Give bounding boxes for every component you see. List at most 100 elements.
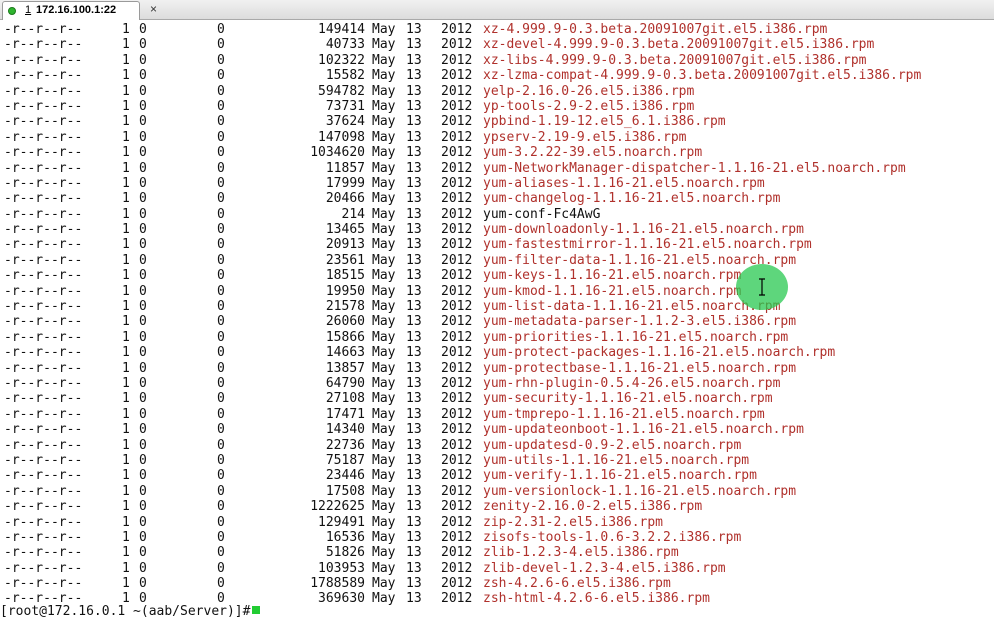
- file-group: 0: [217, 283, 225, 299]
- file-day: 13: [406, 591, 422, 607]
- file-month: May: [372, 252, 396, 268]
- session-tab[interactable]: 1 172.16.100.1:22: [2, 1, 140, 20]
- file-day: 13: [406, 22, 422, 37]
- file-perm: -r--r--r--: [4, 391, 83, 407]
- file-owner: 0: [139, 437, 147, 453]
- file-group: 0: [217, 375, 225, 391]
- file-month: May: [372, 52, 396, 68]
- file-size: 23446: [325, 468, 365, 484]
- file-perm: -r--r--r--: [4, 68, 83, 84]
- file-month: May: [372, 499, 396, 515]
- file-group: 0: [217, 514, 225, 530]
- file-size: 14340: [325, 422, 365, 438]
- file-month: May: [372, 268, 396, 284]
- file-month: May: [372, 391, 396, 407]
- file-links: 1: [122, 83, 130, 99]
- file-name: zip-2.31-2.el5.i386.rpm: [483, 514, 664, 530]
- file-links: 1: [122, 129, 130, 145]
- file-perm: -r--r--r--: [4, 252, 83, 268]
- file-month: May: [372, 314, 396, 330]
- file-year: 2012: [441, 375, 473, 391]
- file-size: 129491: [318, 514, 365, 530]
- file-group: 0: [217, 52, 225, 68]
- listing-row: -r--r--r-- 1 0 0 27108 May 13 2012 yum-security-…: [0, 391, 994, 406]
- file-size: 51826: [325, 545, 365, 561]
- file-name: xz-4.999.9-0.3.beta.20091007git.el5.i386…: [483, 22, 828, 37]
- file-day: 13: [406, 514, 422, 530]
- file-size: 147098: [318, 129, 365, 145]
- file-links: 1: [122, 222, 130, 238]
- file-year: 2012: [441, 129, 473, 145]
- file-owner: 0: [139, 52, 147, 68]
- listing-row: -r--r--r-- 1 0 0 103953 May 13 2012 zlib-devel-1…: [0, 561, 994, 576]
- file-day: 13: [406, 268, 422, 284]
- file-name: yum-aliases-1.1.16-21.el5.noarch.rpm: [483, 175, 765, 191]
- file-day: 13: [406, 529, 422, 545]
- listing-row: -r--r--r-- 1 0 0 16536 May 13 2012 zisofs-tools-…: [0, 530, 994, 545]
- file-perm: -r--r--r--: [4, 268, 83, 284]
- file-name: yum-utils-1.1.16-21.el5.noarch.rpm: [483, 452, 750, 468]
- file-size: 18515: [325, 268, 365, 284]
- file-owner: 0: [139, 345, 147, 361]
- file-name: yum-protectbase-1.1.16-21.el5.noarch.rpm: [483, 360, 797, 376]
- listing-row: -r--r--r-- 1 0 0 102322 May 13 2012 xz-libs-4.99…: [0, 53, 994, 68]
- file-name: zlib-1.2.3-4.el5.i386.rpm: [483, 545, 679, 561]
- listing-row: -r--r--r-- 1 0 0 17999 May 13 2012 yum-aliases-1…: [0, 176, 994, 191]
- file-perm: -r--r--r--: [4, 52, 83, 68]
- file-day: 13: [406, 437, 422, 453]
- file-group: 0: [217, 299, 225, 315]
- file-perm: -r--r--r--: [4, 560, 83, 576]
- file-size: 214: [341, 206, 365, 222]
- file-month: May: [372, 375, 396, 391]
- file-name: yum-priorities-1.1.16-21.el5.noarch.rpm: [483, 329, 789, 345]
- file-day: 13: [406, 545, 422, 561]
- file-size: 23561: [325, 252, 365, 268]
- file-group: 0: [217, 191, 225, 207]
- listing-row: -r--r--r-- 1 0 0 51826 May 13 2012 zlib-1.2.3-4.…: [0, 545, 994, 560]
- file-group: 0: [217, 314, 225, 330]
- file-perm: -r--r--r--: [4, 345, 83, 361]
- close-tab-icon[interactable]: ×: [150, 0, 157, 18]
- file-name: yum-updateonboot-1.1.16-21.el5.noarch.rp…: [483, 422, 804, 438]
- file-owner: 0: [139, 98, 147, 114]
- file-size: 11857: [325, 160, 365, 176]
- file-perm: -r--r--r--: [4, 329, 83, 345]
- file-owner: 0: [139, 83, 147, 99]
- file-year: 2012: [441, 191, 473, 207]
- file-year: 2012: [441, 299, 473, 315]
- file-name: zlib-devel-1.2.3-4.el5.i386.rpm: [483, 560, 726, 576]
- file-day: 13: [406, 191, 422, 207]
- file-year: 2012: [441, 360, 473, 376]
- file-perm: -r--r--r--: [4, 175, 83, 191]
- file-group: 0: [217, 576, 225, 592]
- file-perm: -r--r--r--: [4, 452, 83, 468]
- file-month: May: [372, 160, 396, 176]
- file-year: 2012: [441, 98, 473, 114]
- file-name: yum-keys-1.1.16-21.el5.noarch.rpm: [483, 268, 742, 284]
- file-name: yum-NetworkManager-dispatcher-1.1.16-21.…: [483, 160, 906, 176]
- listing-row: -r--r--r-- 1 0 0 149414 May 13 2012 xz-4.999.9-0…: [0, 22, 994, 37]
- file-name: xz-lzma-compat-4.999.9-0.3.beta.20091007…: [483, 68, 922, 84]
- file-perm: -r--r--r--: [4, 314, 83, 330]
- file-day: 13: [406, 422, 422, 438]
- file-month: May: [372, 529, 396, 545]
- file-size: 20913: [325, 237, 365, 253]
- terminal-output[interactable]: -r--r--r-- 1 0 0 149414 May 13 2012 xz-4.999.9-0…: [0, 22, 994, 613]
- file-name: yum-changelog-1.1.16-21.el5.noarch.rpm: [483, 191, 781, 207]
- file-day: 13: [406, 468, 422, 484]
- file-name: ypbind-1.19-12.el5_6.1.i386.rpm: [483, 114, 726, 130]
- file-group: 0: [217, 252, 225, 268]
- file-links: 1: [122, 452, 130, 468]
- file-name: yum-conf-Fc4AwG: [483, 206, 601, 222]
- file-size: 26060: [325, 314, 365, 330]
- file-perm: -r--r--r--: [4, 483, 83, 499]
- file-year: 2012: [441, 406, 473, 422]
- file-owner: 0: [139, 160, 147, 176]
- file-size: 1788589: [310, 576, 365, 592]
- file-group: 0: [217, 37, 225, 53]
- file-name: xz-devel-4.999.9-0.3.beta.20091007git.el…: [483, 37, 875, 53]
- file-links: 1: [122, 329, 130, 345]
- file-month: May: [372, 545, 396, 561]
- file-day: 13: [406, 345, 422, 361]
- file-group: 0: [217, 391, 225, 407]
